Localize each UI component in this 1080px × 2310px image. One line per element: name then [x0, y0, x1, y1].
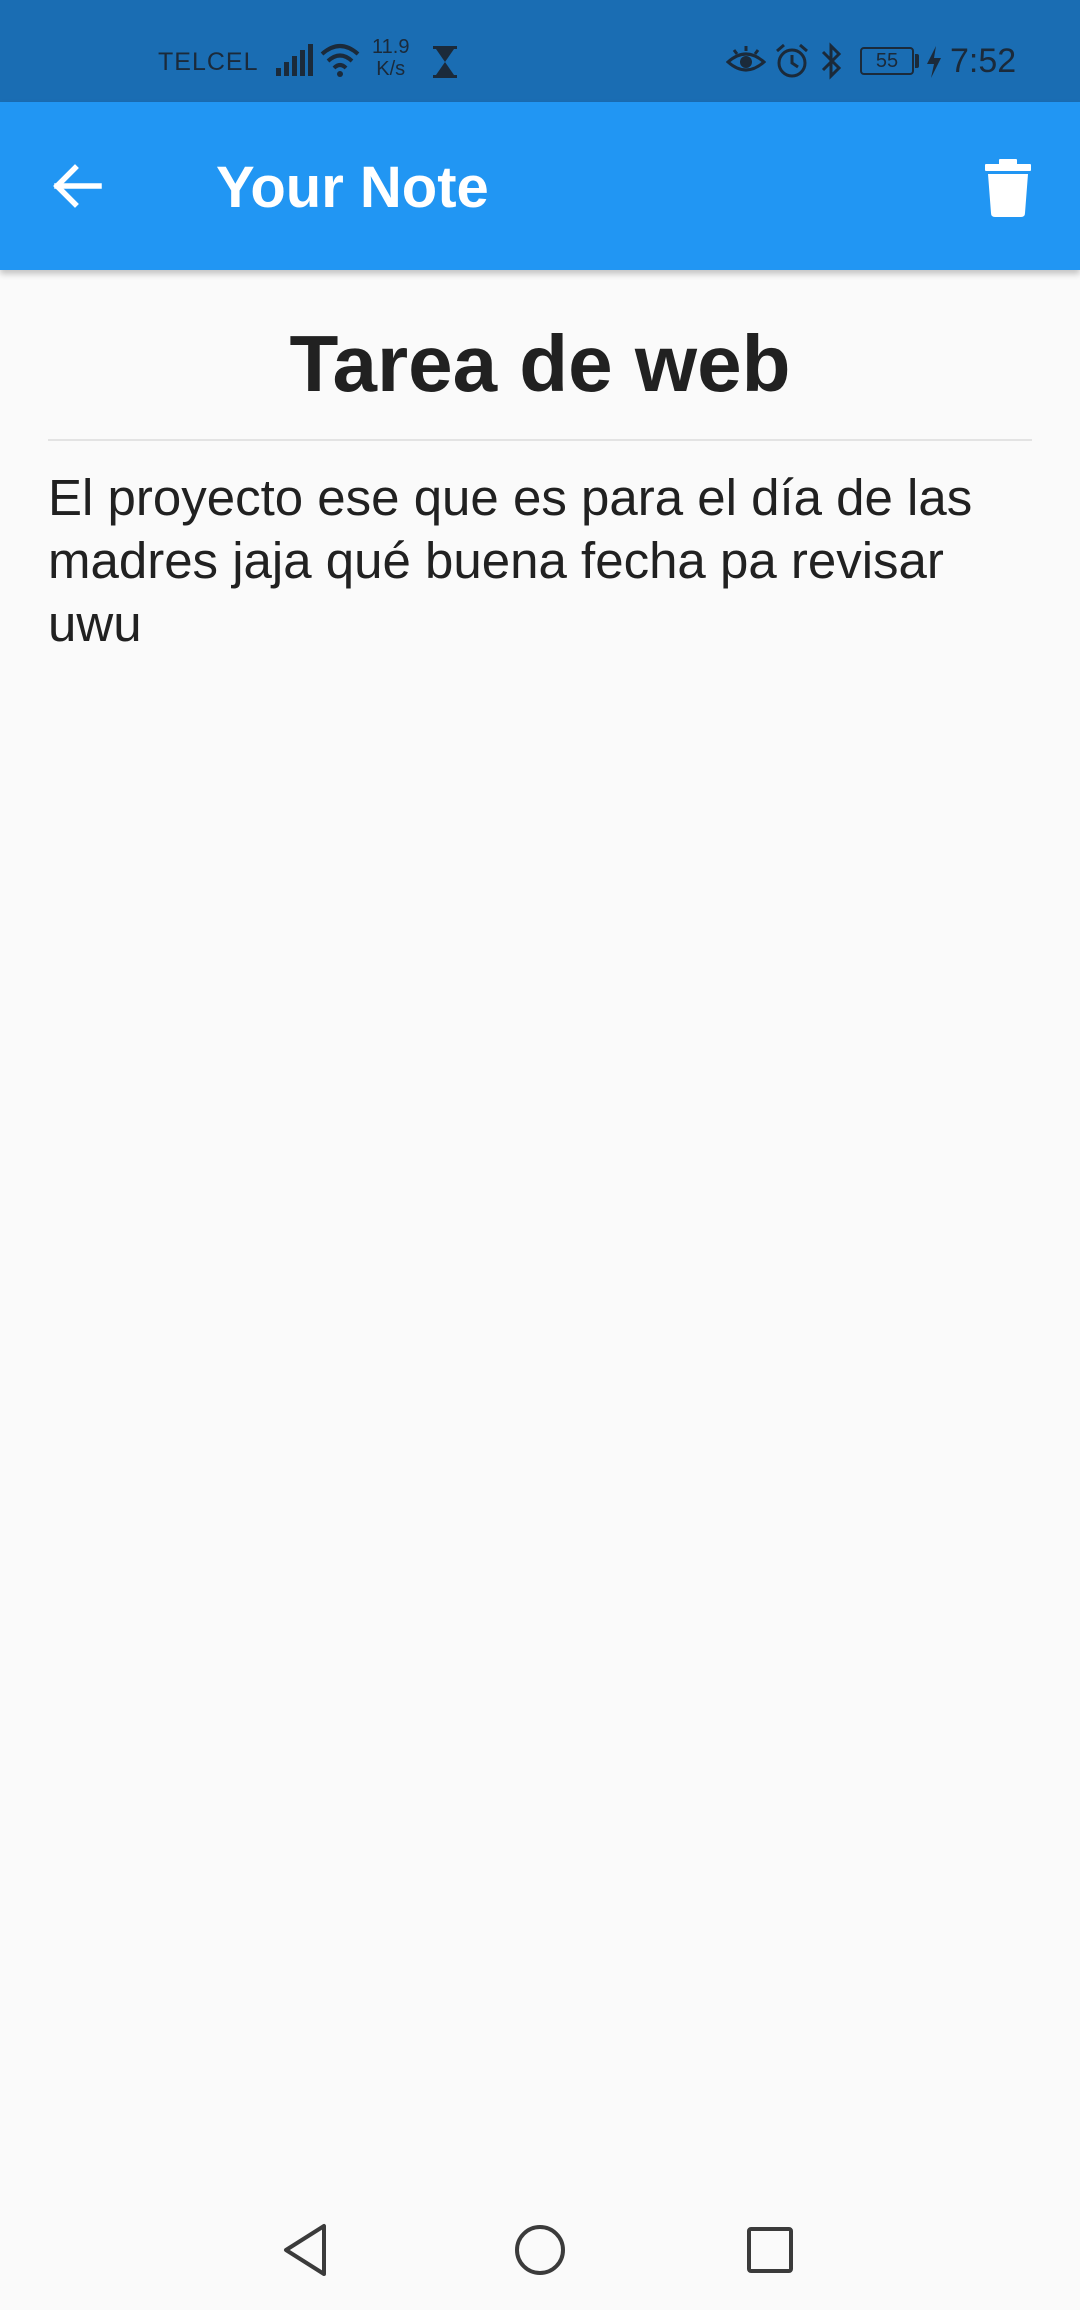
speed-value: 11.9 — [372, 36, 410, 58]
battery-icon: 55 — [860, 47, 914, 75]
app-bar-title: Your Note — [216, 155, 489, 220]
carrier-label: TELCEL — [158, 48, 259, 76]
note-body: El proyecto ese que es para el día de la… — [48, 469, 973, 652]
hourglass-icon — [433, 46, 457, 78]
wifi-icon — [320, 44, 360, 77]
speed-unit: K/s — [376, 58, 406, 80]
charging-bolt-icon — [927, 46, 941, 78]
arrow-back-icon — [53, 164, 102, 208]
triangle-back-icon[interactable] — [278, 2220, 338, 2280]
bluetooth-icon — [821, 42, 842, 80]
trash-icon — [985, 159, 1031, 217]
battery-level: 55 — [875, 50, 899, 72]
status-bar: TELCEL 11.9 K/s 55 7:52 — [0, 0, 1080, 102]
note-title: Tarea de web — [289, 319, 791, 408]
back-button[interactable] — [40, 150, 112, 222]
system-nav-bar — [0, 2190, 1080, 2310]
alarm-icon — [776, 43, 808, 78]
divider — [48, 439, 1032, 441]
circle-home-icon[interactable] — [510, 2220, 570, 2280]
app-bar: Your Note — [0, 102, 1080, 270]
signal-icon — [276, 44, 313, 76]
battery-tip — [915, 54, 919, 68]
square-recents-icon[interactable] — [740, 2220, 800, 2280]
delete-button[interactable] — [968, 148, 1048, 228]
clock: 7:52 — [950, 42, 1017, 80]
network-speed: 11.9 K/s — [372, 36, 409, 80]
eye-comfort-icon — [726, 46, 766, 72]
